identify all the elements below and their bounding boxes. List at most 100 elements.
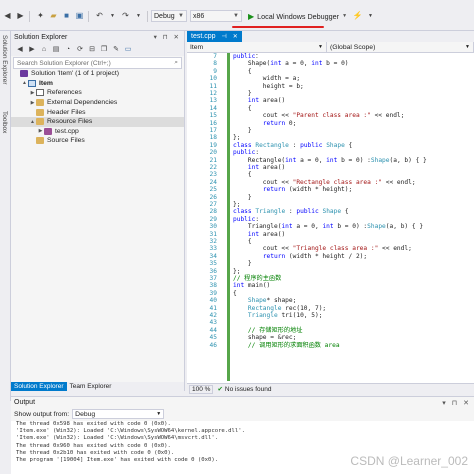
code-text: shape = &rec; xyxy=(233,334,297,342)
toolbox-side-tab[interactable]: Toolbox xyxy=(1,111,8,133)
solution-explorer-side-tab[interactable]: Solution Explorer xyxy=(1,35,8,85)
hot-reload-dropdown-icon[interactable]: ▼ xyxy=(365,11,376,22)
project-icon xyxy=(28,79,36,87)
code-line: 11 height = b; xyxy=(187,83,474,90)
forward-icon[interactable]: ▶ xyxy=(15,11,26,22)
code-line: 22 int area() xyxy=(187,164,474,171)
tab-team-explorer[interactable]: Team Explorer xyxy=(67,382,115,391)
tab-test-cpp[interactable]: test.cpp ⊣ ✕ xyxy=(187,31,242,42)
code-line: 20 public: xyxy=(187,149,474,156)
expander-icon[interactable]: ▶ xyxy=(29,100,36,106)
preview-icon[interactable]: ▭ xyxy=(123,44,133,55)
local-debugger-button[interactable]: ▶ Local Windows Debugger ▼ xyxy=(245,10,350,23)
back-icon[interactable]: ◀ xyxy=(2,11,13,22)
tree-item[interactable]: ▶ External Dependencies xyxy=(11,98,184,108)
line-number: 26 xyxy=(209,193,217,201)
chevron-down-icon[interactable]: ▼ xyxy=(342,13,347,19)
properties-icon[interactable]: ✎ xyxy=(111,44,121,55)
code-text: return (width * height / 2); xyxy=(262,252,368,260)
code-area[interactable]: 7 public： 8 Shape(int a = 0, int b = 0) 9 {… xyxy=(187,53,474,381)
code-text: Rectangle(int a = 0, int b = 0) :Shape(a… xyxy=(233,156,427,164)
navigation-bar: Item ▼ (Global Scope) ▼ xyxy=(187,42,474,53)
tree-item[interactable]: Solution 'Item' (1 of 1 project) xyxy=(11,69,184,79)
redo-dropdown-icon[interactable]: ▼ xyxy=(133,11,144,22)
expander-icon[interactable]: ▶ xyxy=(29,90,36,96)
line-number: 32 xyxy=(209,238,217,245)
close-icon[interactable]: ✕ xyxy=(233,33,238,40)
code-text: width = a; xyxy=(233,75,301,83)
zoom-select[interactable]: 100 % xyxy=(189,384,214,394)
code-line: 37 // 程序的主函数 xyxy=(187,275,474,282)
code-line: 27}; xyxy=(187,201,474,208)
save-all-icon[interactable]: ▣ xyxy=(74,11,85,22)
toolbar-row: ◀ ▶ ✦ ▰ ■ ▣ ↶ ▼ ↷ ▼ Debug ▼ x86 ▼ ▶ Loca… xyxy=(0,9,376,23)
code-line: 30 Triangle(int a = 0, int b = 0) :Shape… xyxy=(187,223,474,230)
code-text: } xyxy=(233,193,252,201)
code-line: 41 Rectangle rec(10, 7); xyxy=(187,305,474,312)
pin-icon[interactable]: ⊣ xyxy=(222,33,227,40)
platform-select[interactable]: x86 ▼ xyxy=(190,10,242,22)
output-source-select[interactable]: Debug ▼ xyxy=(72,409,165,419)
back-icon[interactable]: ◀ xyxy=(15,44,25,55)
panel-controls[interactable]: ▾ ⊓ ✕ xyxy=(154,33,181,41)
code-line: 7 public： xyxy=(187,53,474,60)
code-text: public： xyxy=(233,53,262,60)
scope-dropdown[interactable]: (Global Scope) ▼ xyxy=(327,42,474,52)
code-text: int area() xyxy=(247,164,286,171)
show-all-files-icon[interactable]: ❐ xyxy=(99,44,109,55)
expander-icon[interactable]: ▶ xyxy=(37,128,44,134)
tab-solution-explorer[interactable]: Solution Explorer xyxy=(11,382,67,391)
open-folder-icon[interactable]: ▰ xyxy=(48,11,59,22)
line-number: 41 xyxy=(209,304,217,312)
code-line: 21 Rectangle(int a = 0, int b = 0) :Shap… xyxy=(187,157,474,164)
tree-item-label: Source Files xyxy=(47,137,85,145)
line-number: 45 xyxy=(209,334,217,342)
solution-explorer-panel: Solution Explorer ▾ ⊓ ✕ ◀ ▶ ⌂ ▤ ◔ ⟳ ⊟ ❐ … xyxy=(11,31,185,391)
code-text: }; xyxy=(233,267,241,275)
home-icon[interactable]: ⌂ xyxy=(39,44,49,55)
tree-item[interactable]: Header Files xyxy=(11,107,184,117)
tab-label: test.cpp xyxy=(191,33,216,40)
output-line: The thread 0x598 has exited with code 0 … xyxy=(16,421,171,427)
sync-icon[interactable]: ⟳ xyxy=(75,44,85,55)
forward-icon[interactable]: ▶ xyxy=(27,44,37,55)
line-number: 30 xyxy=(209,223,217,231)
tree-item[interactable]: ▶ test.cpp xyxy=(11,127,184,137)
tree-item[interactable]: Source Files xyxy=(11,136,184,146)
code-text: int area() xyxy=(247,97,286,105)
code-line: 34 return (width * height / 2); xyxy=(187,253,474,260)
tree-item[interactable]: ▲ Item xyxy=(11,79,184,89)
expander-icon[interactable]: ▲ xyxy=(29,119,36,125)
issues-status[interactable]: No issues found xyxy=(225,386,272,393)
cpp-file-icon xyxy=(44,127,52,135)
configuration-select[interactable]: Debug ▼ xyxy=(151,10,187,22)
code-text: } xyxy=(233,90,252,97)
solution-tree: Solution 'Item' (1 of 1 project) ▲ Item ▶ Re… xyxy=(11,69,184,146)
solution-search-input[interactable]: Search Solution Explorer (Ctrl+;) ⌕ xyxy=(13,57,182,69)
line-number: 36 xyxy=(209,267,217,275)
code-text: { xyxy=(233,104,252,112)
hot-reload-icon[interactable]: ⚡ xyxy=(352,11,363,22)
collapse-all-icon[interactable]: ⊟ xyxy=(87,44,97,55)
save-icon[interactable]: ■ xyxy=(61,11,72,22)
switch-views-icon[interactable]: ▤ xyxy=(51,44,61,55)
pending-changes-icon[interactable]: ◔ xyxy=(63,44,73,55)
line-number: 10 xyxy=(209,75,217,83)
output-title: Output xyxy=(14,399,36,406)
project-dropdown[interactable]: Item ▼ xyxy=(187,42,327,52)
show-output-label: Show output from: xyxy=(14,410,70,418)
chevron-down-icon: ▼ xyxy=(178,13,184,19)
expander-icon[interactable]: ▲ xyxy=(21,80,28,86)
code-line: 36}; xyxy=(187,268,474,275)
new-project-icon[interactable]: ✦ xyxy=(35,11,46,22)
undo-dropdown-icon[interactable]: ▼ xyxy=(107,11,118,22)
undo-icon[interactable]: ↶ xyxy=(94,11,105,22)
code-line: 24 cout << "Rectangle class area :" << e… xyxy=(187,179,474,186)
tree-item[interactable]: ▶ References xyxy=(11,88,184,98)
redo-icon[interactable]: ↷ xyxy=(120,11,131,22)
output-source-value: Debug xyxy=(75,410,96,418)
line-number: 20 xyxy=(209,149,217,157)
panel-controls[interactable]: ▾ ⊓ ✕ xyxy=(442,399,471,407)
solution-explorer-header: Solution Explorer ▾ ⊓ ✕ xyxy=(11,31,184,43)
tree-item[interactable]: ▲ Resource Files xyxy=(11,116,184,127)
